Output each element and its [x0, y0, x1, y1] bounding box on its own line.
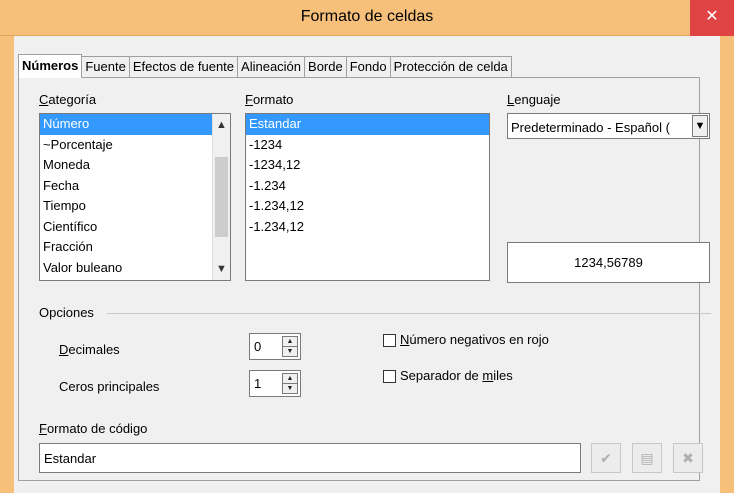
scroll-thumb[interactable] [215, 157, 228, 237]
tab-alineacion[interactable]: Alineación [237, 56, 306, 78]
decimales-stepper[interactable]: 0 ▲ ▼ [249, 333, 301, 360]
comment-icon: ▤ [640, 450, 654, 466]
categoria-label: Categoría [39, 92, 97, 107]
spin-down-icon[interactable]: ▼ [283, 347, 297, 357]
lenguaje-select[interactable]: Predeterminado - Español ( ▼ [507, 113, 710, 139]
decimales-spin-buttons[interactable]: ▲ ▼ [282, 336, 298, 357]
ceros-principales-value: 1 [254, 376, 262, 391]
formato-listbox[interactable]: Estandar -1234 -1234,12 -1.234 -1.234,12… [245, 113, 490, 281]
window-frame-right [720, 36, 734, 493]
tab-bar: Números Fuente Efectos de fuente Alineac… [18, 54, 512, 78]
apply-code-button[interactable]: ✔ [591, 443, 621, 473]
tab-borde[interactable]: Borde [304, 56, 347, 78]
ceros-principales-label: Ceros principales [59, 379, 160, 394]
spin-up-icon[interactable]: ▲ [283, 374, 297, 384]
formato-codigo-label: Formato de código [39, 421, 148, 436]
window-title: Formato de celdas [300, 8, 434, 25]
tab-numeros[interactable]: Números [18, 54, 83, 78]
formato-codigo-value: Estandar [44, 451, 97, 466]
tab-fondo[interactable]: Fondo [345, 56, 391, 78]
list-item[interactable]: Estandar [246, 114, 489, 135]
dialog-content: Números Fuente Efectos de fuente Alineac… [14, 36, 720, 493]
formato-codigo-input[interactable]: Estandar [39, 443, 581, 473]
list-item[interactable]: Fecha [40, 176, 230, 197]
list-item[interactable]: -1234 [246, 135, 489, 156]
decimales-value: 0 [254, 339, 262, 354]
close-button[interactable]: ✕ [690, 0, 734, 36]
categoria-scrollbar[interactable]: ▲ ▼ [212, 114, 230, 280]
list-item[interactable]: -1234,12 [246, 155, 489, 176]
format-preview: 1234,56789 [507, 242, 710, 283]
close-icon: ✕ [705, 8, 719, 25]
opciones-separator [107, 313, 711, 314]
spin-up-icon[interactable]: ▲ [283, 337, 297, 347]
list-item[interactable]: Moneda [40, 155, 230, 176]
negativos-rojo-checkbox[interactable] [383, 334, 396, 347]
lenguaje-value: Predeterminado - Español ( [511, 120, 670, 135]
list-item[interactable]: ~Porcentaje [40, 135, 230, 156]
tab-panel-numeros: Categoría Número ~Porcentaje Moneda Fech… [18, 77, 711, 481]
delete-code-button[interactable]: ✖ [673, 443, 703, 473]
opciones-heading: Opciones [39, 305, 94, 320]
spin-down-icon[interactable]: ▼ [283, 384, 297, 394]
separador-miles-checkbox[interactable] [383, 370, 396, 383]
tab-fuente[interactable]: Fuente [81, 56, 130, 78]
window-frame-left [0, 36, 14, 493]
edit-comment-button[interactable]: ▤ [632, 443, 662, 473]
list-item[interactable]: Tiempo [40, 196, 230, 217]
list-item[interactable]: -1.234 [246, 176, 489, 197]
scroll-up-icon[interactable]: ▲ [213, 116, 230, 134]
separador-miles-label: Separador de miles [400, 368, 513, 383]
delete-icon: ✖ [682, 450, 694, 466]
ceros-spin-buttons[interactable]: ▲ ▼ [282, 373, 298, 394]
list-item[interactable]: Fracción [40, 237, 230, 258]
categoria-listbox[interactable]: Número ~Porcentaje Moneda Fecha Tiempo C… [39, 113, 231, 281]
title-bar: Formato de celdas ✕ [0, 0, 734, 36]
list-item[interactable]: Valor buleano [40, 258, 230, 279]
list-item[interactable]: -1.234,12 [246, 217, 489, 238]
list-item[interactable]: Número [40, 114, 212, 135]
check-icon: ✔ [600, 450, 612, 466]
negativos-rojo-label: Número negativos en rojo [400, 332, 549, 347]
tab-efectos-de-fuente[interactable]: Efectos de fuente [128, 56, 239, 78]
formato-label: Formato [245, 92, 294, 107]
chevron-down-icon[interactable]: ▼ [692, 115, 708, 137]
lenguaje-label: Lenguaje [507, 92, 561, 107]
scroll-down-icon[interactable]: ▼ [213, 260, 230, 278]
tab-proteccion-de-celda[interactable]: Protección de celda [389, 56, 512, 78]
ceros-principales-stepper[interactable]: 1 ▲ ▼ [249, 370, 301, 397]
decimales-label: Decimales [59, 342, 120, 357]
list-item[interactable]: -1.234,12 [246, 196, 489, 217]
list-item[interactable]: Científico [40, 217, 230, 238]
